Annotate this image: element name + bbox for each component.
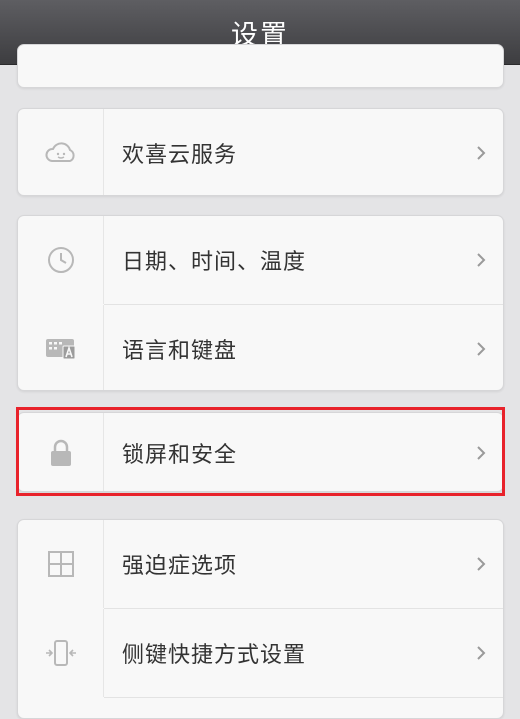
icon-cell — [18, 609, 104, 697]
settings-item-label: 欢喜云服务 — [122, 143, 238, 168]
settings-group-security: 锁屏和安全 — [17, 412, 504, 492]
icon-cell — [18, 109, 104, 195]
clock-icon — [47, 247, 74, 273]
lock-icon — [50, 439, 71, 466]
keyboard-icon — [45, 338, 75, 359]
chevron-right-icon — [471, 445, 491, 461]
row-divider — [104, 697, 503, 698]
settings-item-label: 强迫症选项 — [122, 554, 238, 579]
chevron-right-icon — [471, 252, 491, 268]
settings-item-label: 侧键快捷方式设置 — [122, 643, 307, 668]
settings-item-lock-security[interactable]: 锁屏和安全 — [18, 413, 503, 491]
grid-icon — [47, 551, 74, 577]
settings-group-cloud: 欢喜云服务 — [17, 108, 504, 196]
cloud-icon — [45, 142, 75, 162]
chevron-right-icon — [471, 556, 491, 572]
previous-settings-card — [17, 44, 504, 88]
settings-item-language-keyboard[interactable]: 语言和键盘 — [18, 305, 503, 390]
settings-group-general: 日期、时间、温度 语言和键盘 — [17, 215, 504, 391]
icon-cell — [18, 305, 104, 390]
icon-cell — [18, 413, 104, 491]
settings-item-ocd-options[interactable]: 强迫症选项 — [18, 520, 503, 608]
icon-cell — [18, 216, 104, 304]
settings-item-date-time[interactable]: 日期、时间、温度 — [18, 216, 503, 304]
icon-cell — [18, 520, 104, 608]
chevron-right-icon — [471, 645, 491, 661]
settings-item-cloud-service[interactable]: 欢喜云服务 — [18, 109, 503, 195]
chevron-right-icon — [471, 341, 491, 357]
chevron-right-icon — [471, 145, 491, 161]
phone-side-keys-icon — [45, 640, 76, 666]
settings-item-label: 锁屏和安全 — [122, 443, 238, 468]
settings-item-label: 语言和键盘 — [122, 338, 238, 364]
settings-item-label: 日期、时间、温度 — [122, 250, 307, 275]
settings-item-side-key-shortcuts[interactable]: 侧键快捷方式设置 — [18, 609, 503, 697]
settings-group-advanced: 强迫症选项 侧键快捷方式设置 — [17, 519, 504, 719]
